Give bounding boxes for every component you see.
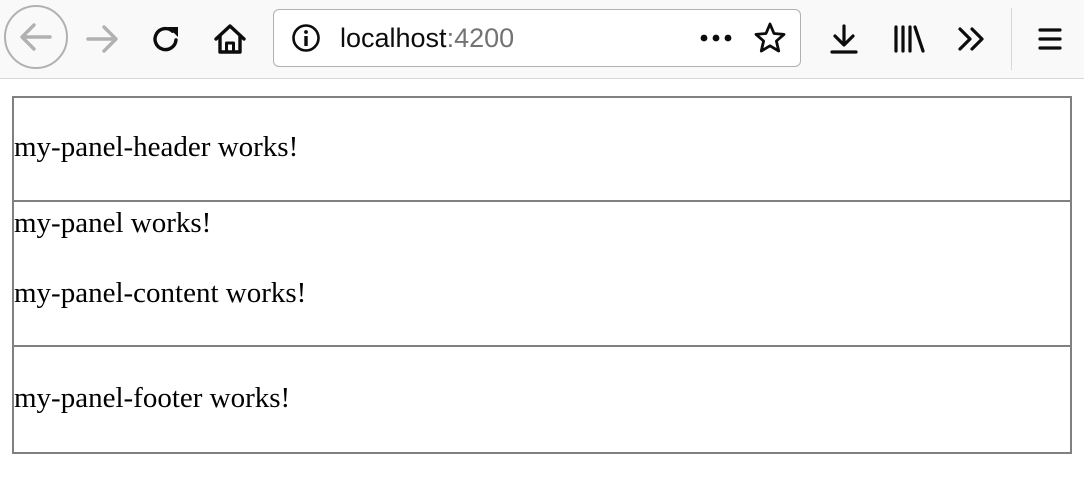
hamburger-icon [1036, 26, 1064, 52]
home-button[interactable] [208, 17, 252, 61]
library-icon [892, 24, 926, 54]
panel-footer: my-panel-footer works! [12, 345, 1072, 454]
arrow-left-icon [19, 22, 53, 52]
panel-content: my-panel works! my-panel-content works! [12, 200, 1072, 350]
reload-button[interactable] [144, 17, 188, 61]
panel-footer-text: my-panel-footer works! [14, 382, 291, 414]
panel-content-text: my-panel-content works! [14, 277, 307, 309]
panel-header-text: my-panel-header works! [14, 131, 299, 163]
address-bar[interactable]: localhost:4200 [273, 9, 801, 67]
overflow-menu-button[interactable] [950, 17, 994, 61]
page-actions-button[interactable] [694, 20, 738, 56]
library-button[interactable] [886, 17, 932, 61]
star-icon [753, 21, 787, 55]
reload-icon [150, 23, 182, 55]
download-icon [829, 23, 859, 55]
info-icon [291, 23, 321, 53]
panel-header: my-panel-header works! [12, 96, 1072, 205]
url-port: :4200 [446, 23, 515, 53]
double-chevron-icon [956, 25, 988, 53]
home-icon [213, 23, 247, 55]
url-host: localhost [340, 23, 447, 53]
toolbar-separator [1011, 8, 1012, 70]
panel-text: my-panel works! [14, 207, 212, 239]
url-text[interactable]: localhost:4200 [340, 22, 514, 54]
back-button[interactable] [4, 5, 68, 69]
main-menu-button[interactable] [1028, 17, 1072, 61]
downloads-button[interactable] [822, 17, 866, 61]
forward-button[interactable] [80, 17, 124, 61]
bookmark-button[interactable] [750, 18, 790, 58]
ellipsis-icon [698, 33, 734, 43]
arrow-right-icon [85, 24, 119, 54]
browser-toolbar: localhost:4200 [0, 0, 1084, 79]
site-info-button[interactable] [288, 20, 324, 56]
